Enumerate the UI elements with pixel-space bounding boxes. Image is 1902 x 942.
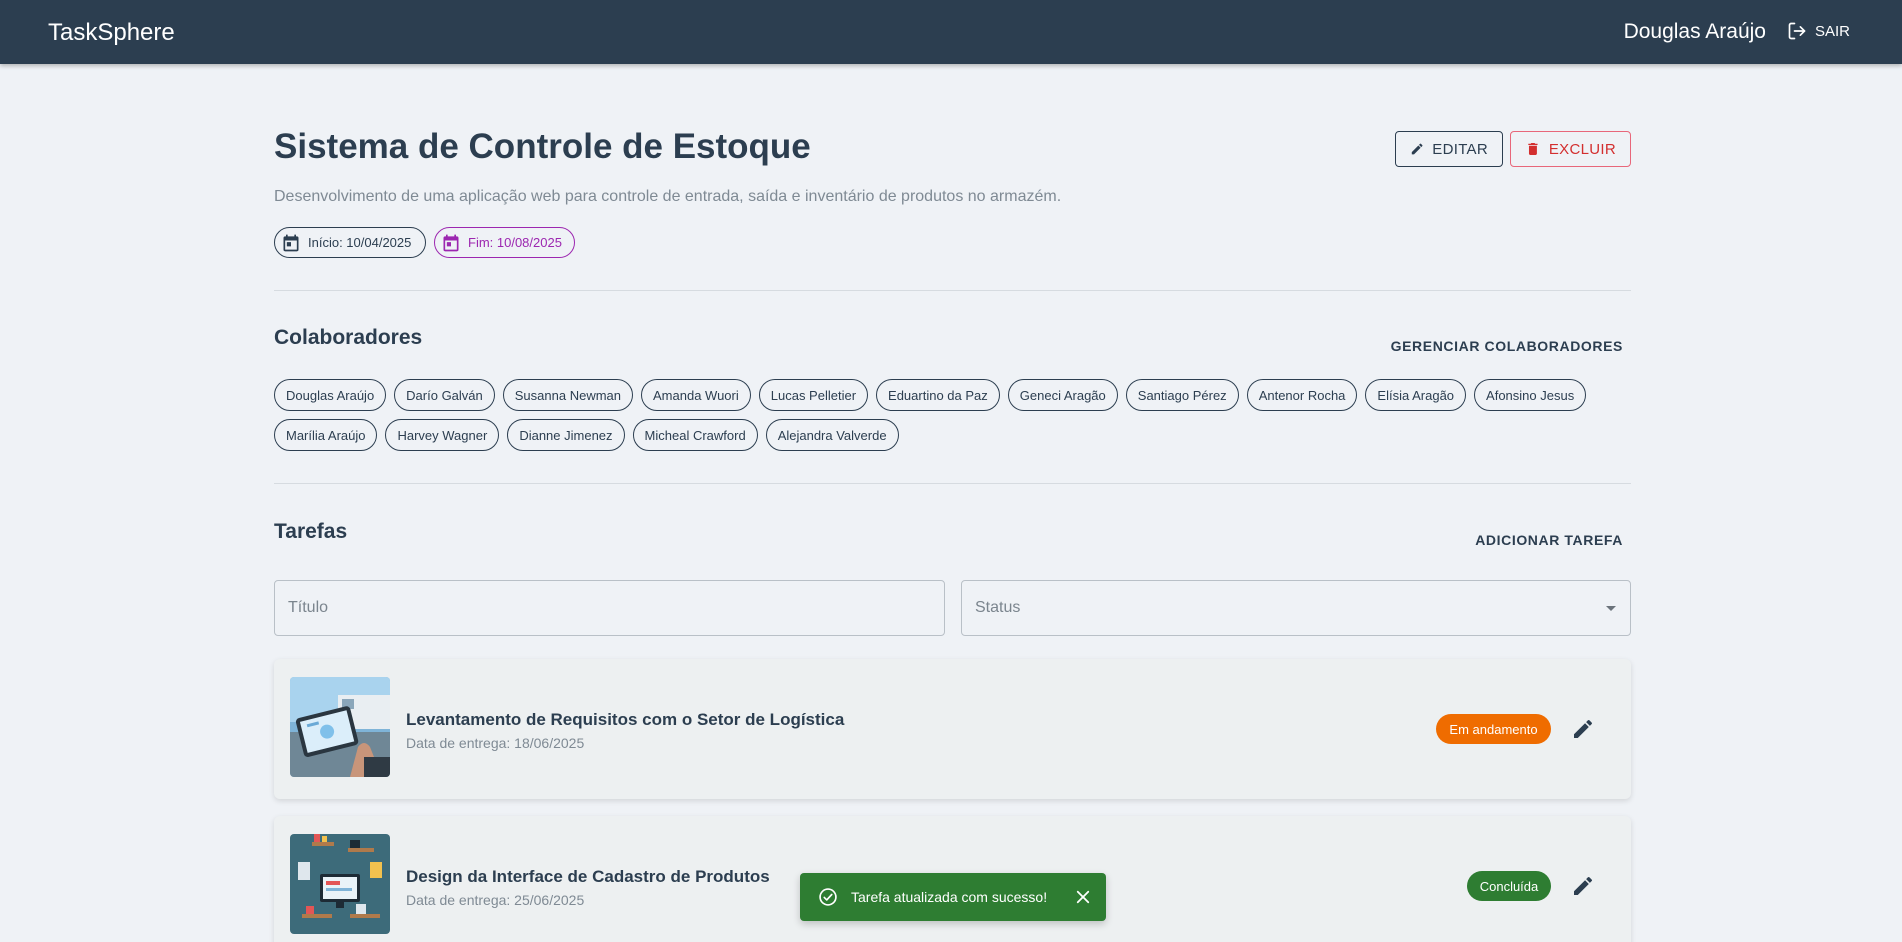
collaborator-chip[interactable]: Santiago Pérez: [1125, 379, 1239, 411]
collaborator-chip[interactable]: Geneci Aragão: [1007, 379, 1118, 411]
edit-task-icon[interactable]: [1571, 717, 1595, 741]
status-badge: Concluída: [1467, 871, 1551, 901]
pencil-icon: [1411, 143, 1423, 155]
delete-label: EXCLUIR: [1548, 140, 1616, 158]
add-task-button[interactable]: ADICIONAR TAREFA: [1475, 532, 1623, 548]
task-title: Design da Interface de Cadastro de Produ…: [406, 867, 770, 886]
logout-label: SAIR: [1814, 22, 1850, 40]
task-thumbnail: [290, 834, 390, 934]
collaborator-chip[interactable]: Susanna Newman: [502, 379, 633, 411]
delete-project-button[interactable]: EXCLUIR: [1510, 131, 1631, 167]
status-filter-select[interactable]: Status: [961, 580, 1631, 636]
app-brand[interactable]: TaskSphere: [48, 19, 175, 47]
calendar-icon: [443, 234, 459, 251]
collaborator-chip[interactable]: Afonsino Jesus: [1474, 379, 1587, 411]
collaborator-chip[interactable]: Amanda Wuori: [641, 379, 751, 411]
project-description: Desenvolvimento de uma aplicação web par…: [274, 188, 1062, 205]
collaborators-title: Colaboradores: [274, 326, 423, 349]
end-date-chip: Fim: 10/08/2025: [434, 227, 575, 258]
task-due-date: Data de entrega: 25/06/2025: [406, 892, 585, 908]
edit-task-icon[interactable]: [1571, 874, 1595, 898]
edit-label: EDITAR: [1432, 140, 1488, 158]
title-filter-input[interactable]: Título: [274, 580, 945, 636]
check-circle-icon: [819, 888, 837, 906]
collaborator-chip[interactable]: Douglas Araújo: [274, 379, 387, 411]
success-toast: Tarefa atualizada com sucesso!: [800, 873, 1106, 921]
status-filter-placeholder: Status: [975, 599, 1021, 616]
tablet-logistics-image: [290, 677, 390, 777]
collaborator-chip[interactable]: Marília Araújo: [274, 419, 378, 451]
task-card[interactable]: Levantamento de Requisitos com o Setor d…: [274, 659, 1631, 799]
end-date-label: Fim: 10/08/2025: [468, 235, 562, 250]
collaborator-chip[interactable]: Elísia Aragão: [1365, 379, 1467, 411]
collaborator-chip[interactable]: Harvey Wagner: [385, 419, 500, 451]
collaborator-chip[interactable]: Micheal Crawford: [632, 419, 758, 451]
task-title: Levantamento de Requisitos com o Setor d…: [406, 710, 845, 729]
trash-icon: [1528, 143, 1538, 155]
calendar-icon: [283, 234, 299, 251]
task-thumbnail: [290, 677, 390, 777]
logout-button[interactable]: SAIR: [1787, 21, 1850, 41]
close-icon[interactable]: [1074, 888, 1092, 906]
divider: [274, 483, 1631, 484]
dropdown-arrow-icon: [1606, 606, 1616, 611]
top-app-bar: TaskSphere Douglas Araújo SAIR: [0, 0, 1902, 64]
collaborator-chip[interactable]: Lucas Pelletier: [758, 379, 869, 411]
divider: [274, 290, 1631, 291]
collaborator-chip[interactable]: Eduartino da Paz: [876, 379, 1000, 411]
manage-collaborators-button[interactable]: GERENCIAR COLABORADORES: [1391, 338, 1623, 354]
collaborator-chip[interactable]: Darío Galván: [394, 379, 495, 411]
status-badge: Em andamento: [1436, 714, 1551, 744]
edit-project-button[interactable]: EDITAR: [1395, 131, 1503, 167]
project-title: Sistema de Controle de Estoque: [274, 127, 811, 166]
title-filter-placeholder: Título: [288, 599, 329, 616]
collaborator-list: Douglas Araújo Darío Galván Susanna Newm…: [274, 379, 1631, 451]
start-date-chip: Início: 10/04/2025: [274, 227, 426, 258]
tasks-title: Tarefas: [274, 520, 348, 543]
interface-design-image: [290, 834, 390, 934]
collaborator-chip[interactable]: Alejandra Valverde: [765, 419, 899, 451]
start-date-label: Início: 10/04/2025: [308, 235, 412, 250]
user-name: Douglas Araújo: [1623, 20, 1766, 43]
collaborator-chip[interactable]: Antenor Rocha: [1246, 379, 1358, 411]
task-due-date: Data de entrega: 18/06/2025: [406, 735, 585, 751]
collaborator-chip[interactable]: Dianne Jimenez: [507, 419, 625, 451]
logout-icon: [1788, 22, 1806, 40]
toast-message: Tarefa atualizada com sucesso!: [851, 889, 1048, 905]
